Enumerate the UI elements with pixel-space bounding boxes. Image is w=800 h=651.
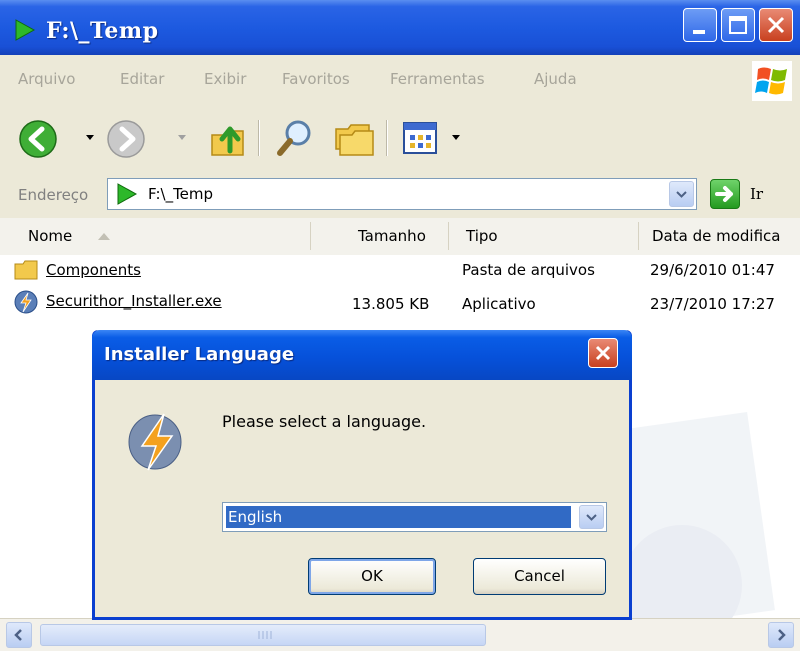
file-name: Components xyxy=(46,261,141,279)
address-label: Endereço xyxy=(18,186,89,204)
ok-button[interactable]: OK xyxy=(308,558,436,595)
installer-icon xyxy=(14,290,38,314)
maximize-button[interactable] xyxy=(721,8,755,42)
scroll-right-button[interactable] xyxy=(768,622,794,648)
dialog-title: Installer Language xyxy=(104,344,295,365)
file-name: Securithor_Installer.exe xyxy=(46,292,222,310)
close-icon xyxy=(767,16,785,34)
window-titlebar[interactable]: F:\_Temp xyxy=(0,0,800,55)
sort-ascending-icon xyxy=(98,233,110,240)
dialog-titlebar[interactable]: Installer Language xyxy=(92,330,632,380)
folder-arrow-icon xyxy=(117,183,138,205)
language-dropdown-button[interactable] xyxy=(579,505,604,529)
chevron-right-icon xyxy=(778,629,786,641)
language-select[interactable]: English xyxy=(222,502,607,532)
views-dropdown-icon[interactable] xyxy=(452,135,460,141)
close-button[interactable] xyxy=(759,8,793,42)
horizontal-scrollbar[interactable] xyxy=(0,618,800,651)
file-size: 13.805 KB xyxy=(352,295,430,313)
grip-icon xyxy=(258,631,272,639)
minimize-icon xyxy=(693,30,705,34)
dialog-close-button[interactable] xyxy=(588,338,618,368)
forward-dropdown-icon xyxy=(178,135,186,140)
file-date: 29/6/2010 01:47 xyxy=(650,261,775,279)
installer-icon xyxy=(128,413,182,471)
folder-icon xyxy=(14,260,38,280)
menu-arquivo[interactable]: Arquivo xyxy=(18,70,75,88)
list-item[interactable]: Securithor_Installer.exe xyxy=(10,289,280,315)
cancel-button[interactable]: Cancel xyxy=(473,558,606,595)
menu-ferramentas[interactable]: Ferramentas xyxy=(390,70,485,88)
close-icon xyxy=(595,345,611,361)
menu-ajuda[interactable]: Ajuda xyxy=(534,70,577,88)
window-title: F:\_Temp xyxy=(46,18,159,44)
column-type[interactable]: Tipo xyxy=(466,227,498,245)
menu-bar: Arquivo Editar Exibir Favoritos Ferramen… xyxy=(0,55,800,106)
list-item[interactable]: Components xyxy=(10,259,320,283)
go-label[interactable]: Ir xyxy=(750,185,763,203)
folders-icon[interactable] xyxy=(332,119,376,159)
language-select-value: English xyxy=(226,506,571,528)
forward-icon[interactable] xyxy=(106,119,146,159)
file-date: 23/7/2010 17:27 xyxy=(650,295,775,313)
column-date[interactable]: Data de modifica xyxy=(652,227,780,245)
menu-editar[interactable]: Editar xyxy=(120,70,164,88)
column-name[interactable]: Nome xyxy=(28,227,72,245)
folder-arrow-icon xyxy=(15,19,36,41)
arrow-right-icon xyxy=(715,186,733,202)
go-button[interactable] xyxy=(710,179,740,209)
up-folder-icon[interactable] xyxy=(208,119,248,159)
scroll-left-button[interactable] xyxy=(6,622,32,648)
file-type: Pasta de arquivos xyxy=(462,261,595,279)
toolbar xyxy=(0,105,800,174)
address-value: F:\_Temp xyxy=(148,185,214,203)
column-header-bar: Nome Tamanho Tipo Data de modifica xyxy=(0,218,800,256)
chevron-left-icon xyxy=(14,629,22,641)
back-dropdown-icon[interactable] xyxy=(86,135,94,141)
menu-favoritos[interactable]: Favoritos xyxy=(282,70,350,88)
maximize-icon xyxy=(729,16,747,34)
address-input[interactable]: F:\_Temp xyxy=(107,178,697,210)
minimize-button[interactable] xyxy=(683,8,717,42)
chevron-down-icon xyxy=(586,514,597,521)
dialog-prompt: Please select a language. xyxy=(222,412,427,431)
back-icon[interactable] xyxy=(18,119,58,159)
address-dropdown-button[interactable] xyxy=(669,181,694,207)
search-icon[interactable] xyxy=(274,117,316,159)
column-size[interactable]: Tamanho xyxy=(358,227,426,245)
address-bar: Endereço F:\_Temp Ir xyxy=(0,173,800,219)
scroll-thumb[interactable] xyxy=(40,624,486,646)
windows-logo-icon xyxy=(752,61,792,101)
views-icon[interactable] xyxy=(402,121,438,155)
menu-exibir[interactable]: Exibir xyxy=(204,70,246,88)
file-type: Aplicativo xyxy=(462,295,536,313)
chevron-down-icon xyxy=(676,191,687,198)
